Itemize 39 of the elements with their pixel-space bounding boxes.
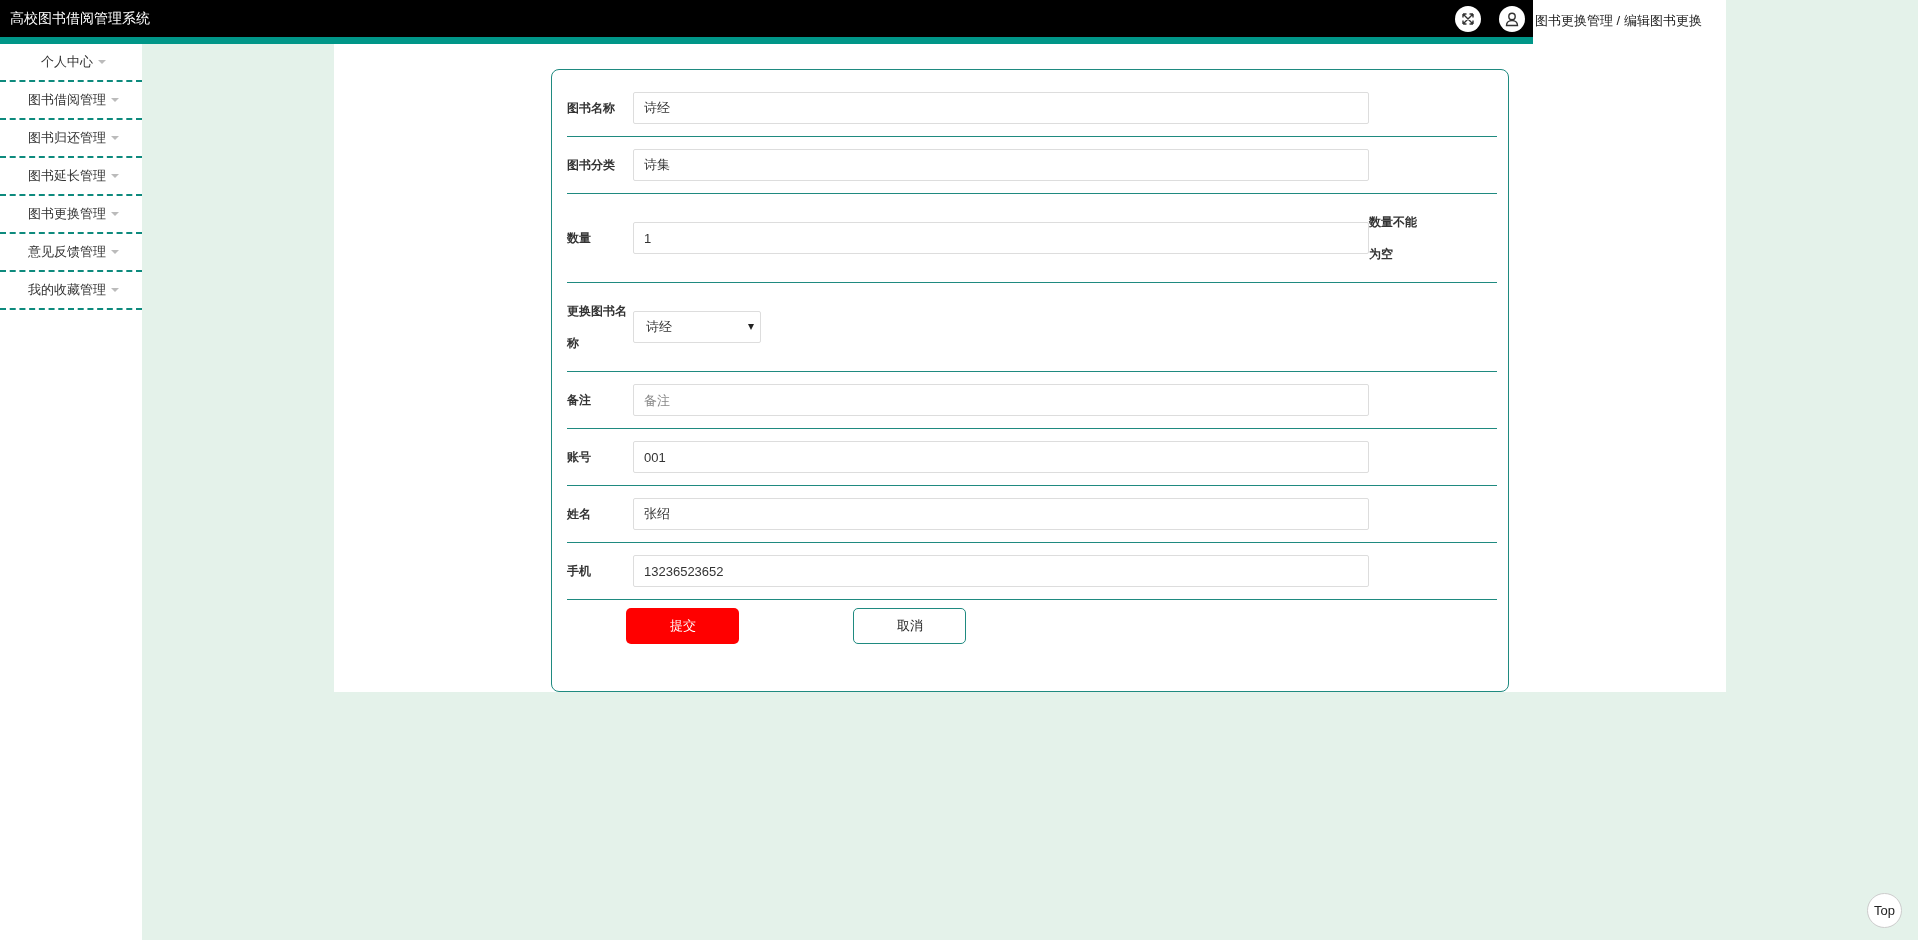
- caret-icon: [110, 250, 119, 254]
- input-field[interactable]: 001: [633, 441, 1369, 473]
- user-icon[interactable]: [1499, 5, 1525, 32]
- back-to-top-button[interactable]: Top: [1867, 893, 1902, 928]
- field-label: 图书分类: [567, 157, 616, 174]
- field-label: 账号: [567, 449, 592, 466]
- sidebar-item[interactable]: 图书延长管理: [27, 167, 106, 185]
- fullscreen-icon[interactable]: [1455, 5, 1481, 32]
- sidebar-item[interactable]: 个人中心: [40, 53, 93, 71]
- submit-button[interactable]: 提交: [626, 608, 739, 644]
- field-label: 图书名称: [567, 100, 616, 117]
- field-label: 数量: [567, 230, 592, 247]
- caret-icon: [110, 288, 119, 292]
- field-label: 姓名: [567, 506, 592, 523]
- sidebar-item[interactable]: 我的收藏管理: [27, 281, 106, 299]
- app-title: 高校图书借阅管理系统: [10, 9, 150, 28]
- breadcrumb: 图书更换管理 / 编辑图书更换: [1535, 12, 1702, 30]
- input-field[interactable]: 1: [633, 222, 1369, 254]
- input-field[interactable]: 13236523652: [633, 555, 1369, 587]
- sidebar-item[interactable]: 意见反馈管理: [27, 243, 106, 261]
- caret-icon: [97, 60, 106, 64]
- caret-icon: [110, 174, 119, 178]
- error-message: 数量不能为空: [1369, 214, 1418, 263]
- sidebar-item[interactable]: 图书借阅管理: [27, 91, 106, 109]
- field-label: 更换图书名称: [567, 303, 628, 352]
- caret-icon: [110, 212, 119, 216]
- caret-icon: [110, 98, 119, 102]
- dropdown-arrow-icon: [748, 324, 754, 330]
- dropdown[interactable]: 诗经: [633, 311, 761, 343]
- sidebar-item[interactable]: 图书归还管理: [27, 129, 106, 147]
- input-field[interactable]: 诗经: [633, 92, 1369, 124]
- caret-icon: [110, 136, 119, 140]
- input-field[interactable]: 备注: [633, 384, 1369, 416]
- cancel-button[interactable]: 取消: [853, 608, 966, 644]
- field-label: 备注: [567, 392, 592, 409]
- input-field[interactable]: 诗集: [633, 149, 1369, 181]
- field-label: 手机: [567, 563, 592, 580]
- sidebar-item[interactable]: 图书更换管理: [27, 205, 106, 223]
- input-field[interactable]: 张绍: [633, 498, 1369, 530]
